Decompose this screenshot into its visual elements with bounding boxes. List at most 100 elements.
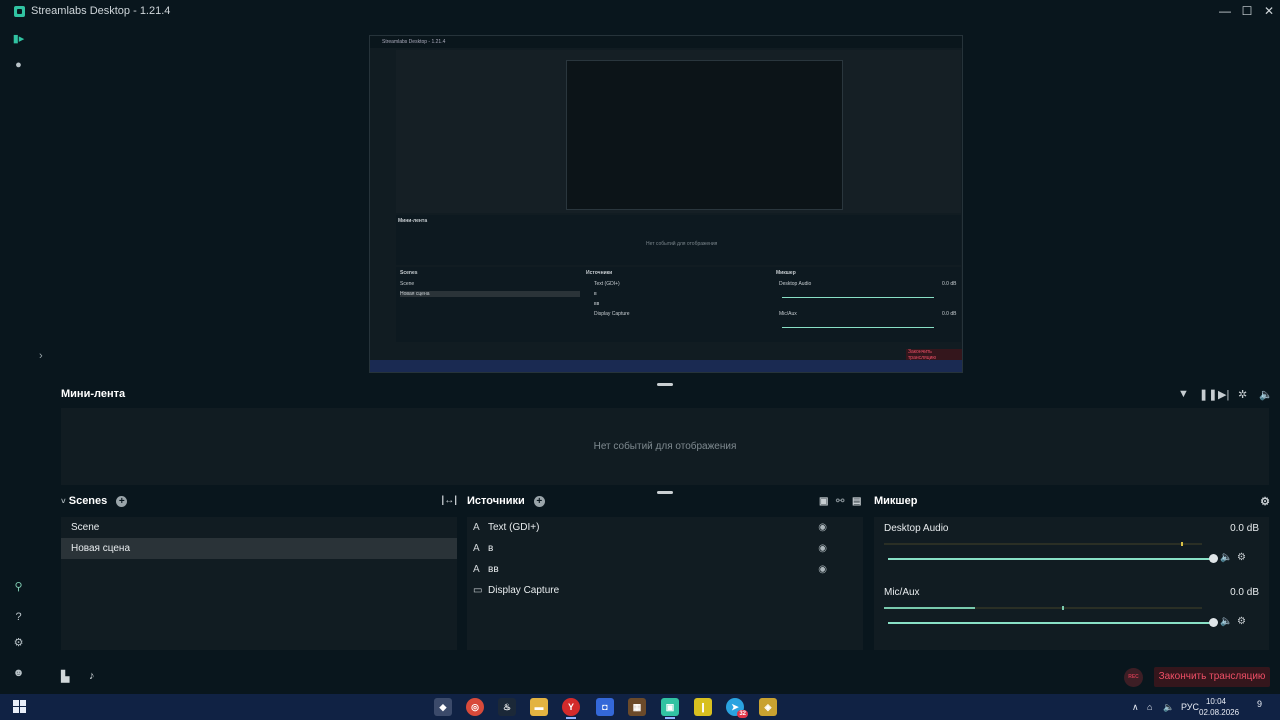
streamlabs-icon[interactable]: ▣ bbox=[661, 698, 679, 719]
resize-handle-bottom[interactable] bbox=[657, 491, 673, 494]
preview-source-4: Display Capture bbox=[594, 311, 630, 317]
mixer-header: Микшер ⚙ bbox=[874, 495, 1270, 513]
source-item[interactable]: A вв ◉ bbox=[467, 559, 863, 580]
sources-header: Источники + ▣ ⚯ ▤ bbox=[467, 495, 863, 513]
taskbar-clock[interactable]: 10:04 02.08.2026 bbox=[1199, 696, 1239, 718]
preview-bottom-panels: Scenes Источники Микшер Scene Новая сцен… bbox=[396, 267, 961, 342]
volume-fader[interactable] bbox=[888, 618, 1218, 627]
preview-empty-text: Нет событий для отображения bbox=[646, 241, 718, 247]
preview-sources-label: Источники bbox=[586, 270, 613, 276]
streamlabs-logo-icon bbox=[14, 5, 25, 17]
mixer-channel: Desktop Audio 0.0 dB 🔈 ⚙ bbox=[874, 517, 1269, 581]
speaker-icon[interactable]: 🔈 bbox=[1220, 616, 1232, 627]
chrome-icon[interactable]: ◎ bbox=[466, 698, 484, 716]
app2-icon[interactable]: ❙ bbox=[694, 698, 712, 716]
minecraft-icon[interactable]: ▦ bbox=[628, 698, 646, 716]
notification-center-icon[interactable]: 9 bbox=[1252, 699, 1267, 714]
minifeed-header: Мини-лента ▼ ❚❚ ▶| ✲ 🔈 bbox=[55, 385, 1274, 407]
chevron-right-icon[interactable]: › bbox=[39, 350, 43, 362]
tray-chevron-icon[interactable]: ∧ bbox=[1132, 694, 1139, 720]
pause-icon[interactable]: ❚❚ bbox=[1199, 388, 1217, 401]
preview-nested-window bbox=[396, 50, 961, 213]
language-indicator[interactable]: РУС bbox=[1181, 694, 1199, 720]
virtualbox-icon[interactable]: ◆ bbox=[434, 698, 452, 716]
window-title: Streamlabs Desktop - 1.21.4 bbox=[31, 5, 171, 17]
clock-time: 10:04 bbox=[1205, 697, 1227, 706]
fader-knob[interactable] bbox=[1209, 618, 1218, 627]
filter-icon[interactable]: ▼ bbox=[1178, 388, 1189, 400]
profile-icon[interactable]: ☻ bbox=[12, 667, 25, 680]
speaker-tray-icon[interactable]: 🔈 bbox=[1163, 694, 1174, 720]
scenes-list: Scene Новая сцена bbox=[61, 517, 457, 650]
mixer-channel-db: 0.0 dB bbox=[1230, 523, 1259, 534]
close-button[interactable]: ✕ bbox=[1258, 0, 1280, 22]
scene-transitions-icon[interactable]: |↔| bbox=[441, 495, 457, 506]
preview-mixer-label: Микшер bbox=[776, 270, 796, 276]
fader-knob[interactable] bbox=[1209, 554, 1218, 563]
telegram-icon[interactable]: ➤ 32 bbox=[726, 698, 748, 718]
scene-item-selected[interactable]: Новая сцена bbox=[61, 538, 457, 559]
preview-db-2: 0.0 dB bbox=[942, 311, 957, 317]
skip-icon[interactable]: ▶| bbox=[1218, 388, 1229, 401]
minimize-button[interactable]: — bbox=[1214, 0, 1236, 22]
mixer-panel: Desktop Audio 0.0 dB 🔈 ⚙ Mic/Aux 0.0 dB … bbox=[874, 517, 1269, 650]
preview-scenes-label: Scenes bbox=[400, 270, 418, 276]
file-explorer-icon[interactable]: ▬ bbox=[530, 698, 548, 716]
mute-alerts-icon[interactable]: ✲ bbox=[1238, 388, 1247, 401]
network-icon[interactable]: ⌂ bbox=[1147, 694, 1152, 720]
volume-fader[interactable] bbox=[888, 554, 1218, 563]
preview-fader-1 bbox=[782, 297, 934, 298]
scenes-title: Scenes bbox=[68, 495, 108, 507]
performance-icon[interactable]: ▙ bbox=[61, 670, 69, 683]
preview-db-1: 0.0 dB bbox=[942, 281, 957, 287]
steam-icon[interactable]: ♨ bbox=[498, 698, 516, 716]
help-icon[interactable]: ? bbox=[12, 611, 25, 624]
meter-level bbox=[884, 607, 975, 609]
link-icon[interactable]: ⚯ bbox=[836, 496, 844, 507]
stop-stream-button[interactable]: Закончить трансляцию bbox=[1154, 667, 1270, 687]
channel-settings-icon[interactable]: ⚙ bbox=[1237, 616, 1246, 627]
visibility-icon[interactable]: ◉ bbox=[818, 559, 827, 580]
preview-mix-1: Desktop Audio bbox=[779, 281, 812, 287]
channel-settings-icon[interactable]: ⚙ bbox=[1237, 552, 1246, 563]
volume-meter bbox=[884, 542, 1202, 546]
app3-icon[interactable]: ◈ bbox=[759, 698, 777, 716]
sources-list: A Text (GDI+) ◉ A в ◉ A вв ◉ ▭ Display C… bbox=[467, 517, 863, 650]
source-item[interactable]: ▭ Display Capture bbox=[467, 580, 863, 601]
volume-meter bbox=[884, 606, 1202, 610]
telegram-badge: 32 bbox=[737, 710, 748, 718]
add-folder-icon[interactable]: ▤ bbox=[852, 496, 861, 507]
source-item[interactable]: A Text (GDI+) ◉ bbox=[467, 517, 863, 538]
apps-icon[interactable]: ⚲ bbox=[12, 581, 25, 594]
mixer-channel-db: 0.0 dB bbox=[1230, 587, 1259, 598]
record-button[interactable]: REC bbox=[1124, 668, 1143, 687]
settings-icon[interactable]: ⚙ bbox=[12, 637, 25, 650]
visibility-icon[interactable]: ◉ bbox=[818, 517, 827, 538]
source-label: Text (GDI+) bbox=[488, 522, 540, 533]
play-icon[interactable]: ● bbox=[12, 59, 25, 72]
window-controls: — ☐ ✕ bbox=[1214, 0, 1280, 22]
source-label: вв bbox=[488, 564, 499, 575]
mixer-channel: Mic/Aux 0.0 dB 🔈 ⚙ bbox=[874, 581, 1269, 645]
app-icon[interactable]: ◘ bbox=[596, 698, 614, 716]
volume-icon[interactable]: 🔈 bbox=[1259, 388, 1273, 401]
mixer-settings-icon[interactable]: ⚙ bbox=[1260, 495, 1270, 508]
minifeed-empty-text: Нет событий для отображения bbox=[593, 441, 737, 452]
source-folder-icon[interactable]: ▣ bbox=[819, 496, 828, 507]
add-source-icon[interactable]: + bbox=[533, 496, 545, 507]
meter-peak bbox=[1181, 542, 1183, 546]
maximize-button[interactable]: ☐ bbox=[1236, 0, 1258, 22]
studio-mode-icon[interactable]: ▮▸ bbox=[12, 33, 25, 46]
source-item[interactable]: A в ◉ bbox=[467, 538, 863, 559]
windows-start-icon[interactable] bbox=[13, 700, 26, 713]
chevron-down-icon[interactable]: ˅ bbox=[61, 497, 66, 506]
speaker-icon[interactable]: 🔈 bbox=[1220, 552, 1232, 563]
visibility-icon[interactable]: ◉ bbox=[818, 538, 827, 559]
yandex-browser-icon[interactable]: Y bbox=[562, 698, 580, 719]
source-label: в bbox=[488, 543, 494, 554]
notifications-icon[interactable]: ♪ bbox=[89, 670, 95, 682]
preview-source-2: в bbox=[594, 291, 597, 297]
preview-fader-2 bbox=[782, 327, 934, 328]
scene-item[interactable]: Scene bbox=[61, 517, 457, 538]
add-scene-icon[interactable]: + bbox=[116, 496, 128, 507]
